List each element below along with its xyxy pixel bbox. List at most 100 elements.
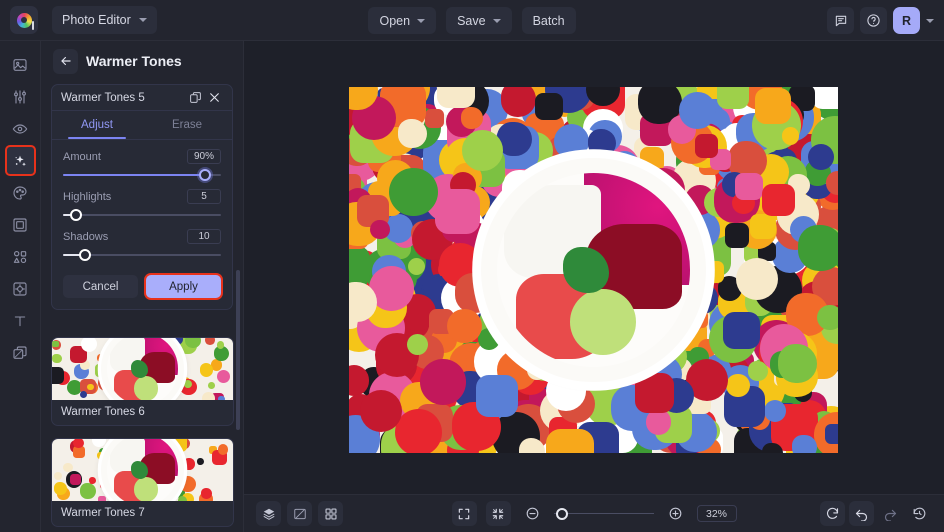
apply-button[interactable]: Apply [146,275,221,298]
history-icon [912,506,927,521]
open-button[interactable]: Open [368,7,436,34]
layers-button[interactable] [256,501,281,526]
fit-screen-icon [457,507,471,521]
zoom-out-icon [525,506,540,521]
help-circle-icon [866,13,881,28]
cancel-button[interactable]: Cancel [63,275,138,298]
reset-icon [825,506,840,521]
compare-button[interactable] [287,501,312,526]
preset-label: Warmer Tones 7 [52,501,233,526]
arrow-left-icon [59,54,73,68]
sliders-icon [12,89,28,105]
slider-highlights-thumb[interactable] [70,209,82,221]
avatar[interactable]: R [893,7,920,34]
effect-card: Warmer Tones 5 Adjust Erase Amount [51,84,233,310]
zoom-level-value[interactable]: 32% [697,505,737,522]
rail-item-retouch[interactable] [7,115,34,142]
zoom-in-button[interactable] [663,501,688,526]
zoom-slider-thumb[interactable] [556,508,568,520]
sticker-icon [12,281,28,297]
chevron-down-icon [493,19,501,23]
preset-scrollbar[interactable] [236,270,240,430]
preset-list[interactable]: Warmer Tones 6 Warmer Tones 7 Warmer Ton… [41,337,244,532]
tab-adjust[interactable]: Adjust [52,111,142,139]
slider-amount-value[interactable]: 90% [187,149,221,164]
history-button[interactable] [907,501,932,526]
shrink-icon [491,507,505,521]
undo-button[interactable] [849,501,874,526]
grid-button[interactable] [318,501,343,526]
reset-button[interactable] [820,501,845,526]
panel-header: Warmer Tones [41,41,243,81]
effects-panel: Warmer Tones Warmer Tones 5 Adjust Erase [41,41,244,532]
slider-group: Amount 90% Highlights 5 [52,140,232,273]
preset-item[interactable]: Warmer Tones 6 [51,337,234,426]
back-button[interactable] [53,49,78,74]
zoom-out-button[interactable] [520,501,545,526]
rail-item-shapes[interactable] [7,243,34,270]
effect-actions: Cancel Apply [52,273,232,309]
edited-photo[interactable] [349,87,838,453]
close-button[interactable] [206,89,223,106]
logo-stem [32,21,34,30]
tab-erase[interactable]: Erase [142,111,232,139]
redo-icon [883,506,898,521]
close-icon [208,91,221,104]
slider-highlights-value[interactable]: 5 [187,189,221,204]
save-label: Save [457,14,486,28]
canvas-area[interactable] [244,41,944,494]
batch-label: Batch [533,14,565,28]
shapes-icon [12,249,28,265]
image-icon [12,57,28,73]
compare-icon [293,507,307,521]
layers-icon [262,507,276,521]
rail-item-image[interactable] [7,51,34,78]
text-icon [12,313,28,329]
panel-title: Warmer Tones [86,53,182,69]
slider-shadows-value[interactable]: 10 [187,229,221,244]
app-menu-label: Photo Editor [62,13,131,27]
chevron-down-icon [417,19,425,23]
duplicate-button[interactable] [187,89,204,106]
redo-button[interactable] [878,501,903,526]
slider-amount-thumb[interactable] [199,169,211,181]
open-label: Open [379,14,410,28]
sparkles-icon [12,153,28,169]
slider-highlights: Highlights 5 [63,189,221,221]
rail-item-adjust[interactable] [7,83,34,110]
eye-icon [12,121,28,137]
slider-amount-track[interactable] [63,169,221,181]
bottom-bar: 32% [244,494,944,532]
bottom-left-tools [256,501,343,526]
rail-item-text[interactable] [7,307,34,334]
slider-shadows-thumb[interactable] [79,249,91,261]
slider-shadows-label: Shadows [63,231,108,243]
account-chevron-down-icon[interactable] [926,19,934,23]
rail-item-stickers[interactable] [7,275,34,302]
chevron-down-icon [139,18,147,22]
help-button[interactable] [860,7,887,34]
actual-size-button[interactable] [486,501,511,526]
history-controls [820,501,932,526]
save-button[interactable]: Save [446,7,512,34]
slider-shadows-track[interactable] [63,249,221,261]
app-menu-button[interactable]: Photo Editor [52,6,157,34]
color-wheel-logo-icon [17,13,32,28]
slider-highlights-track[interactable] [63,209,221,221]
rail-item-effects[interactable] [7,147,34,174]
app-logo-button[interactable] [10,6,38,34]
rail-item-color[interactable] [7,179,34,206]
comment-button[interactable] [827,7,854,34]
effect-card-header: Warmer Tones 5 [52,85,232,111]
rail-item-frame[interactable] [7,211,34,238]
rail-item-overlays[interactable] [7,339,34,366]
preset-thumbnail [52,338,233,400]
batch-button[interactable]: Batch [522,7,576,34]
palette-icon [12,185,28,201]
fit-screen-button[interactable] [452,501,477,526]
duplicate-icon [189,91,202,104]
slider-highlights-label: Highlights [63,191,111,203]
slider-amount-label: Amount [63,151,101,163]
zoom-slider[interactable] [554,507,654,521]
preset-item[interactable]: Warmer Tones 7 [51,438,234,527]
